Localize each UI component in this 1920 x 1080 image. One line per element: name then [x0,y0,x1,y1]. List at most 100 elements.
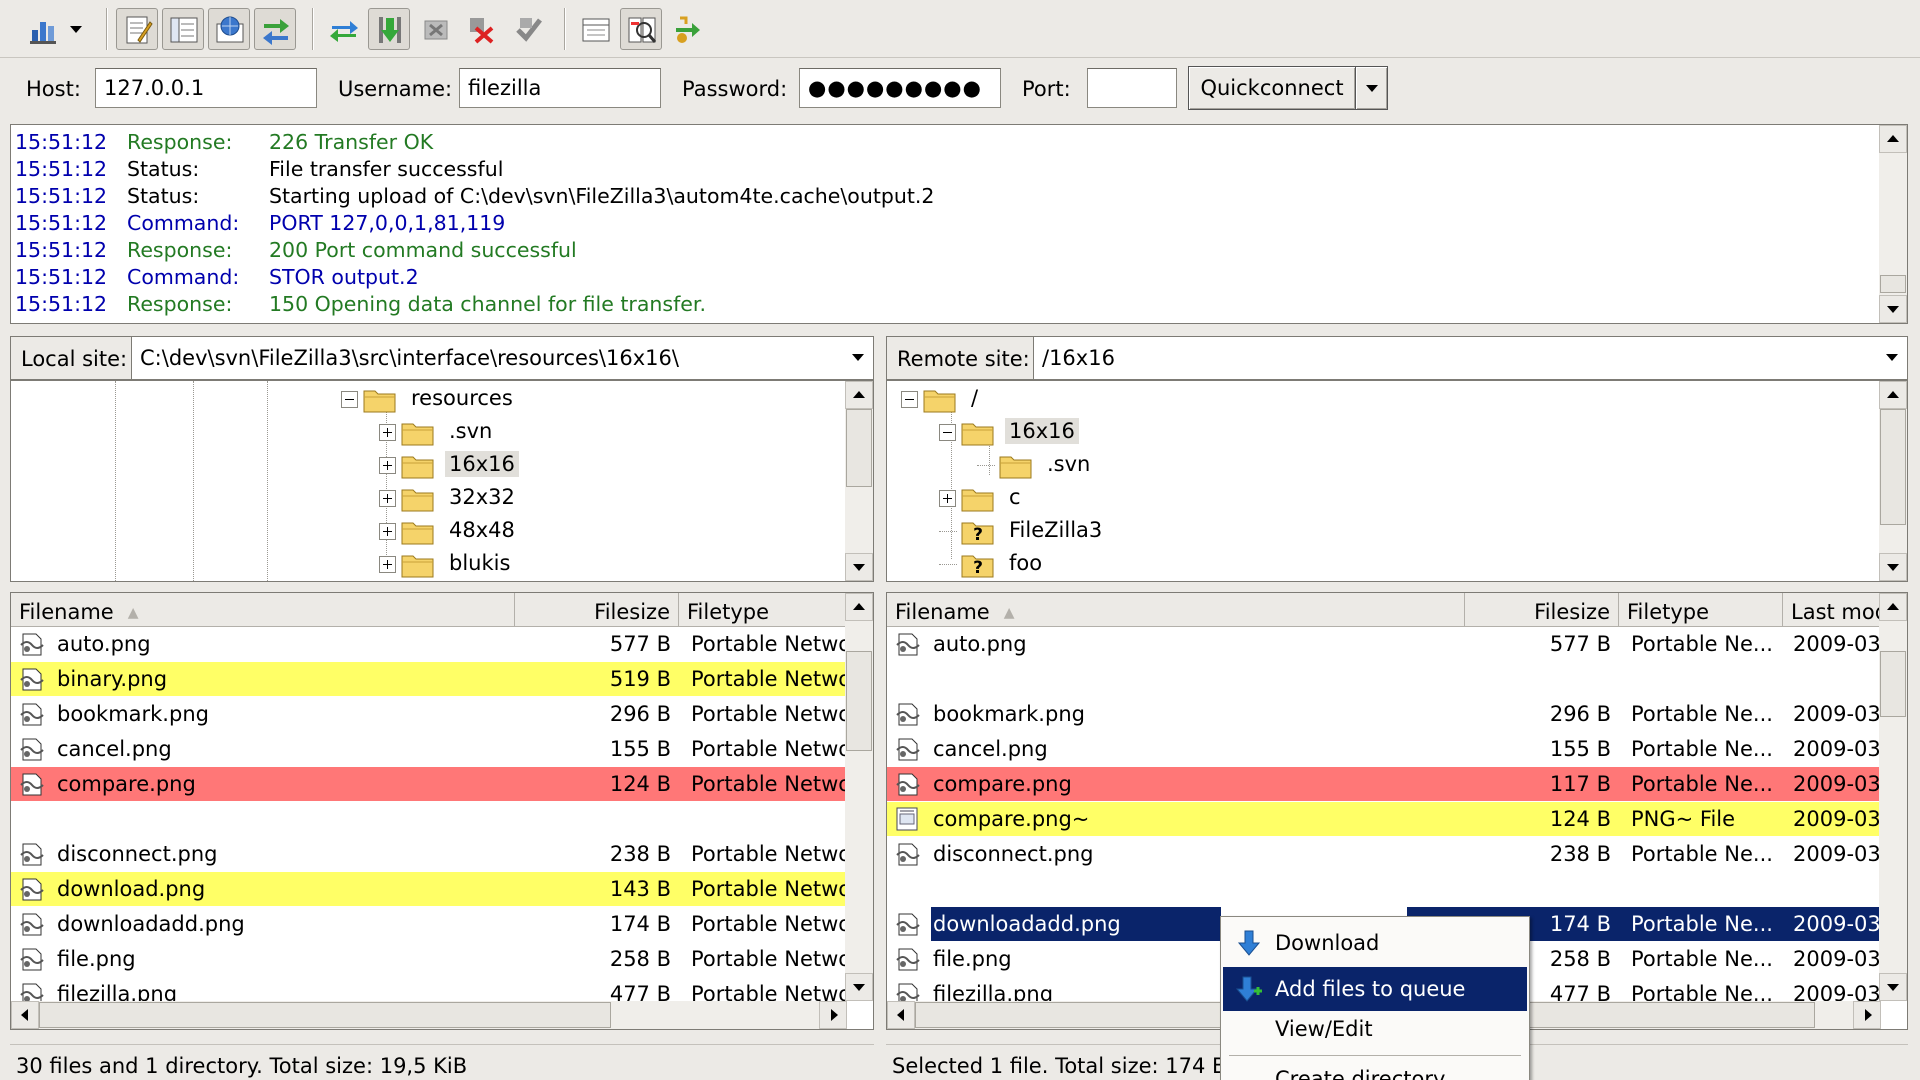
quickconnect-history-dropdown[interactable] [1356,66,1388,110]
site-manager-icon[interactable] [22,8,64,50]
message-log-toggle-icon[interactable] [116,8,158,50]
tree-node-32x32[interactable]: 32x32 [379,482,699,512]
file-row[interactable]: download.png 143 B Portable Netwo [11,872,847,906]
expand-icon[interactable] [379,556,396,573]
expand-icon[interactable] [939,490,956,507]
scroll-thumb[interactable] [1880,651,1906,717]
tree-node-c[interactable]: c [939,482,1259,512]
menu-item-view-edit[interactable]: View/Edit [1223,1007,1527,1051]
scroll-down-button[interactable] [845,553,873,581]
tree-node-16x16[interactable]: 16x16 [939,416,1259,446]
column-header-filesize[interactable]: Filesize [1465,593,1619,627]
file-type: Portable Netwo [691,842,847,866]
column-header-filetype[interactable]: Filetype [1619,593,1783,627]
quickconnect-button[interactable]: Quickconnect [1188,66,1356,110]
expand-icon[interactable] [379,523,396,540]
file-modified: 2009-03 [1793,702,1881,726]
host-input[interactable] [95,68,317,108]
expand-icon[interactable] [379,457,396,474]
expand-icon[interactable] [379,490,396,507]
scroll-down-button[interactable] [1879,973,1907,1001]
file-row[interactable]: bookmark.png 296 B Portable Ne... 2009-03 [887,697,1881,731]
scroll-right-button[interactable] [819,1001,847,1029]
disconnect-icon[interactable] [460,8,502,50]
scroll-down-button[interactable] [845,973,873,1001]
file-row[interactable]: file.png 258 B Portable Netwo [11,942,847,976]
tree-node-root[interactable]: / [901,383,1221,413]
tree-node-blukis[interactable]: blukis [379,548,699,578]
file-row[interactable]: bookmark.png 296 B Portable Netwo [11,697,847,731]
dropdown-arrow-icon[interactable] [66,8,86,50]
local-list-scrollbar[interactable] [845,593,873,1001]
scroll-down-button[interactable] [1879,295,1907,323]
file-row[interactable]: downloadadd.png 174 B Portable Netwo [11,907,847,941]
remote-path-dropdown[interactable] [1877,337,1907,379]
file-row[interactable]: compare.png~ 124 B PNG~ File 2009-03 [887,802,1881,836]
file-row[interactable]: binary.png 519 B Portable Netwo [11,662,847,696]
local-tree-scrollbar[interactable] [845,381,873,581]
scroll-left-button[interactable] [887,1001,915,1029]
column-header-filename[interactable]: Filename ▲ [887,593,1465,627]
file-row[interactable]: disconnect.png 238 B Portable Netwo [11,837,847,871]
password-input[interactable] [799,68,1001,108]
file-row[interactable]: compare.png 117 B Portable Ne... 2009-03 [887,767,1881,801]
scroll-thumb[interactable] [39,1002,611,1028]
transfer-queue-toggle-icon[interactable] [254,8,296,50]
file-row[interactable]: cancel.png 155 B Portable Ne... 2009-03 [887,732,1881,766]
scroll-thumb[interactable] [846,409,872,487]
scroll-up-button[interactable] [845,381,873,409]
file-row[interactable]: disconnect.png 238 B Portable Ne... 2009-03 [887,837,1881,871]
local-path-dropdown[interactable] [843,337,873,379]
username-input[interactable] [459,68,661,108]
column-header-filetype[interactable]: Filetype [679,593,847,627]
tree-node-svn[interactable]: .svn [977,449,1297,479]
tree-node-48x48[interactable]: 48x48 [379,515,699,545]
file-row[interactable]: cancel.png 155 B Portable Netwo [11,732,847,766]
scroll-thumb[interactable] [1880,275,1906,293]
tree-node-resources[interactable]: resources [341,383,661,413]
tree-node-filezilla3[interactable]: ? FileZilla3 [939,515,1259,545]
port-input[interactable] [1087,68,1177,108]
column-header-last-modified[interactable]: Last mod [1783,593,1881,627]
cancel-operation-icon[interactable] [414,8,456,50]
empty-row [11,802,847,836]
remote-list-scrollbar[interactable] [1879,593,1907,1001]
directory-listing-filters-icon[interactable] [574,8,616,50]
scroll-up-button[interactable] [1879,593,1907,621]
menu-item-create-directory[interactable]: Create directory [1223,1063,1527,1080]
scroll-thumb[interactable] [1880,409,1906,525]
expand-icon[interactable] [379,424,396,441]
local-tree-toggle-icon[interactable] [162,8,204,50]
tree-node-svn[interactable]: .svn [379,416,699,446]
file-row[interactable]: compare.png 124 B Portable Netwo [11,767,847,801]
scroll-up-button[interactable] [845,593,873,621]
local-list-hscrollbar[interactable] [11,1001,847,1029]
scroll-down-button[interactable] [1879,553,1907,581]
file-type: Portable Ne... [1631,842,1773,866]
scroll-left-button[interactable] [11,1001,39,1029]
directory-comparison-icon[interactable] [620,8,662,50]
remote-tree-toggle-icon[interactable] [208,8,250,50]
column-header-filename[interactable]: Filename ▲ [11,593,515,627]
log-scrollbar[interactable] [1879,125,1907,323]
remote-tree-scrollbar[interactable] [1879,381,1907,581]
scroll-up-button[interactable] [1879,125,1907,153]
refresh-icon[interactable] [322,8,364,50]
menu-item-add-files-to-queue[interactable]: Add files to queue [1223,967,1527,1011]
remote-path-combo[interactable]: /16x16 [1033,337,1907,379]
collapse-icon[interactable] [939,424,956,441]
tree-node-16x16[interactable]: 16x16 [379,449,699,479]
column-header-filesize[interactable]: Filesize [515,593,679,627]
process-queue-icon[interactable] [368,8,410,50]
collapse-icon[interactable] [341,391,358,408]
collapse-icon[interactable] [901,391,918,408]
scroll-up-button[interactable] [1879,381,1907,409]
scroll-thumb[interactable] [846,651,872,751]
file-row[interactable]: auto.png 577 B Portable Netwo [11,627,847,661]
search-files-icon[interactable] [666,8,708,50]
reconnect-icon[interactable] [506,8,548,50]
file-row[interactable]: auto.png 577 B Portable Ne... 2009-03 [887,627,1881,661]
tree-node-foo[interactable]: ? foo [939,548,1259,578]
local-path-combo[interactable]: C:\dev\svn\FileZilla3\src\interface\reso… [131,337,873,379]
scroll-right-button[interactable] [1853,1001,1881,1029]
